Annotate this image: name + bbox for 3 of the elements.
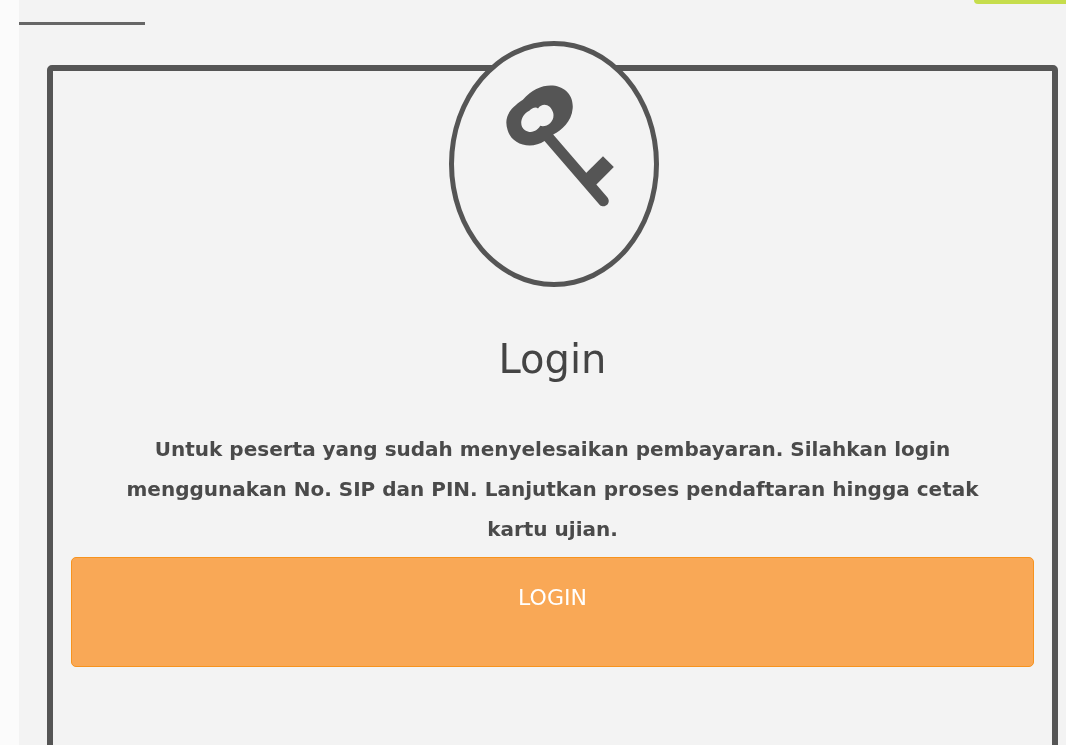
login-description: Untuk peserta yang sudah menyelesaikan pembayaran. Silahkan login menggunakan No. SIP dan PIN. Lanjutkan proses pendaftaran hingga cetak kartu ujian.: [125, 436, 980, 543]
login-button[interactable]: LOGIN: [71, 557, 1034, 667]
login-title: Login: [497, 335, 608, 384]
